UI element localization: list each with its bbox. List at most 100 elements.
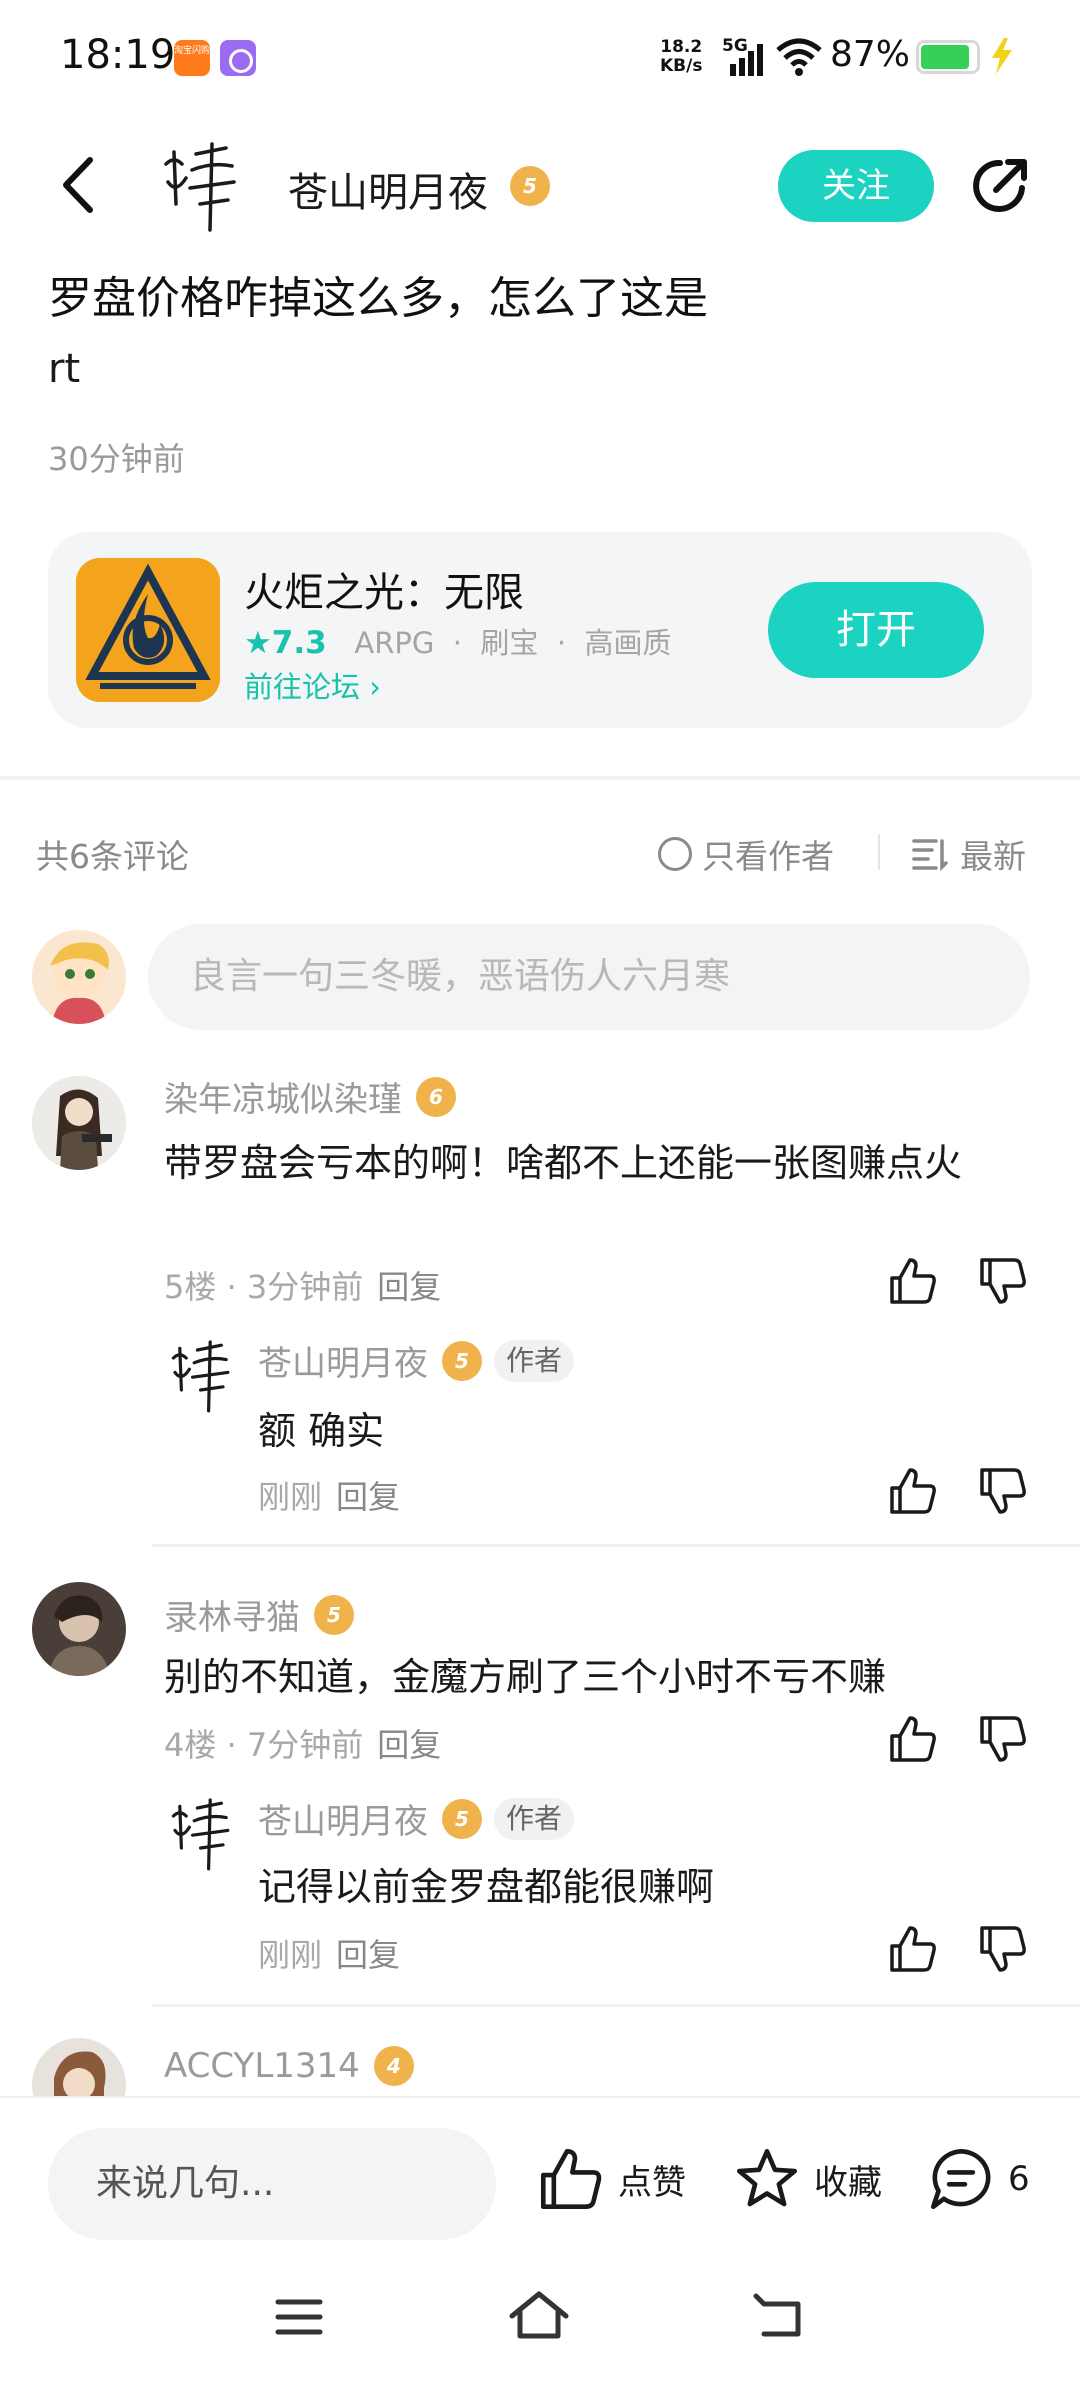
game-score-value: 7.3 — [271, 625, 327, 661]
sort-toggle[interactable]: 最新 — [912, 830, 1026, 878]
comment-count: 共6条评论 — [36, 837, 189, 876]
comment-meta: 4楼 · 7分钟前 回复 — [164, 1720, 441, 1766]
my-avatar — [32, 930, 126, 1024]
comment-divider — [152, 1544, 1080, 1547]
game-logo — [76, 558, 220, 702]
home-icon[interactable] — [504, 2282, 574, 2352]
sort-icon — [912, 839, 948, 871]
author-name[interactable]: 苍山明月夜 — [288, 160, 488, 218]
reply-time: 刚刚 — [258, 1936, 323, 1974]
system-nav-bar — [0, 2244, 1080, 2400]
favorite-label: 收藏 — [814, 2162, 882, 2203]
thumbs-up-icon[interactable] — [888, 1256, 938, 1306]
reply-button[interactable]: 回复 — [336, 1478, 400, 1516]
comment-floor-time: 4楼 · 7分钟前 — [164, 1726, 364, 1764]
commenter-name-row: ACCYL1314 4 — [164, 2046, 414, 2086]
like-label: 点赞 — [618, 2162, 686, 2203]
notification-app-name: 淘宝闪购 — [174, 46, 211, 56]
filter-divider — [878, 834, 880, 870]
comment-meta: 5楼 · 3分钟前 回复 — [164, 1262, 441, 1308]
comment-divider — [152, 2004, 1080, 2007]
reply-meta: 刚刚 回复 — [258, 1930, 400, 1976]
sort-label: 最新 — [960, 837, 1026, 876]
level-badge-value: 6 — [429, 1084, 443, 1109]
star-icon — [736, 2148, 798, 2207]
commenter-name[interactable]: 染年凉城似染瑾 — [164, 1072, 402, 1121]
menu-icon[interactable] — [264, 2282, 334, 2352]
thumbs-up-icon[interactable] — [888, 1714, 938, 1764]
thumbs-up-icon — [540, 2148, 602, 2210]
network-speed-value: 18.2 — [660, 37, 703, 57]
reply-author-name[interactable]: 苍山明月夜 — [258, 1336, 428, 1385]
reply-author-name[interactable]: 苍山明月夜 — [258, 1794, 428, 1843]
forum-link-label[interactable]: 前往论坛 — [244, 670, 360, 704]
commenter-name[interactable]: 录林寻猫 — [164, 1590, 300, 1639]
commenter-avatar[interactable] — [32, 1076, 126, 1170]
comment-bubble-icon — [930, 2148, 991, 2210]
reply-avatar[interactable] — [164, 1334, 234, 1414]
follow-button[interactable]: 关注 — [778, 150, 934, 222]
level-badge: 5 — [314, 1594, 354, 1635]
like-button[interactable]: 点赞 — [538, 2144, 686, 2214]
battery-percent: 87% — [830, 34, 911, 75]
thumbs-up-icon[interactable] — [888, 1924, 938, 1974]
notification-app-icon: 淘宝闪购 — [174, 40, 210, 76]
comment-text: 带罗盘会亏本的啊！啥都不上还能一张图赚点火 — [164, 1141, 963, 1185]
commenter-name-row: 染年凉城似染瑾 6 — [164, 1072, 456, 1121]
post-title: 罗盘价格咋掉这么多，怎么了这是 — [48, 273, 708, 324]
network-speed: 18.2 KB/s — [660, 38, 702, 76]
post-time: 30分钟前 — [48, 440, 185, 478]
thumbs-up-icon[interactable] — [888, 1466, 938, 1516]
reply-button[interactable]: 回复 — [336, 1936, 400, 1974]
comments-button[interactable]: 6 — [928, 2144, 1030, 2214]
author-only-toggle[interactable]: 只看作者 — [658, 830, 834, 878]
thumbs-down-icon[interactable] — [978, 1256, 1028, 1306]
game-tag: ARPG — [354, 626, 435, 660]
wifi-icon — [776, 38, 822, 76]
author-only-label: 只看作者 — [702, 837, 834, 876]
charging-icon — [992, 38, 1012, 74]
game-card[interactable]: 火炬之光：无限 ★7.3 ARPG · 刷宝 · 高画质 前往论坛 › 打开 — [48, 532, 1032, 728]
battery-icon — [916, 40, 980, 74]
reply-name-row: 苍山明月夜 5 作者 — [258, 1336, 575, 1385]
reply-text: 记得以前金罗盘都能很赚啊 — [258, 1865, 715, 1909]
thumbs-down-icon[interactable] — [978, 1714, 1028, 1764]
level-badge: 5 — [510, 166, 550, 206]
back-nav-icon[interactable] — [744, 2282, 814, 2352]
author-avatar[interactable] — [156, 134, 240, 234]
comment-input[interactable]: 良言一句三冬暖，恶语伤人六月寒 — [148, 924, 1030, 1030]
open-game-button[interactable]: 打开 — [768, 582, 984, 678]
back-icon[interactable] — [52, 150, 106, 220]
commenter-name-row: 录林寻猫 5 — [164, 1590, 354, 1639]
level-badge: 6 — [416, 1076, 456, 1117]
share-icon[interactable] — [968, 154, 1032, 218]
game-name: 火炬之光：无限 — [244, 570, 524, 616]
favorite-button[interactable]: 收藏 — [734, 2144, 882, 2214]
bottom-comment-input[interactable]: 来说几句... — [48, 2128, 496, 2240]
author-tag: 作者 — [494, 1797, 575, 1840]
reply-name-row: 苍山明月夜 5 作者 — [258, 1794, 575, 1843]
reply-button[interactable]: 回复 — [377, 1726, 441, 1764]
thumbs-down-icon[interactable] — [978, 1466, 1028, 1516]
forum-link[interactable]: 前往论坛 › — [244, 664, 381, 706]
reply-button[interactable]: 回复 — [377, 1268, 441, 1306]
level-badge: 4 — [373, 2046, 414, 2086]
commenter-name[interactable]: ACCYL1314 — [164, 2046, 360, 2086]
level-badge: 5 — [442, 1798, 482, 1839]
reply-meta: 刚刚 回复 — [258, 1472, 400, 1518]
level-badge: 5 — [442, 1340, 482, 1381]
post-body: rt — [48, 346, 81, 392]
reply-avatar[interactable] — [164, 1792, 234, 1872]
commenter-avatar[interactable] — [32, 1582, 126, 1676]
level-badge-value: 5 — [523, 174, 537, 198]
game-meta: ★7.3 ARPG · 刷宝 · 高画质 — [244, 625, 672, 661]
notification-app-icon-2 — [220, 40, 256, 76]
thumbs-down-icon[interactable] — [978, 1924, 1028, 1974]
level-badge-value: 5 — [455, 1348, 469, 1373]
radio-icon — [658, 837, 692, 871]
game-tag: 刷宝 — [480, 626, 539, 660]
author-tag: 作者 — [494, 1339, 575, 1382]
game-icon[interactable] — [76, 558, 220, 702]
comment-floor-time: 5楼 · 3分钟前 — [164, 1268, 364, 1306]
game-score: ★7.3 — [244, 625, 327, 661]
